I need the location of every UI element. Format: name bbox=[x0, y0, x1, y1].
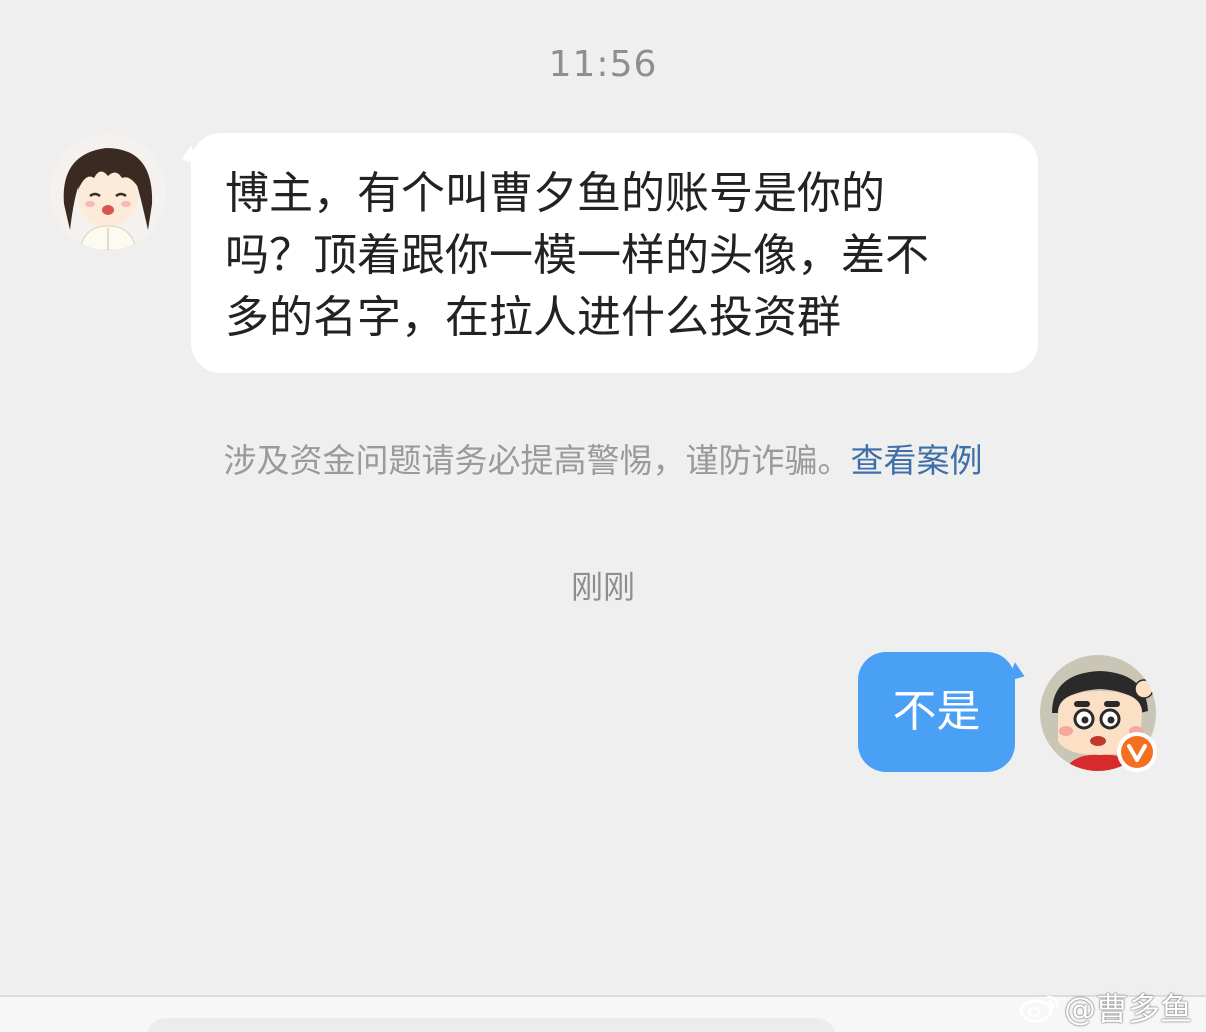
outgoing-message-bubble[interactable]: 不是 bbox=[858, 652, 1015, 772]
watermark: @曹多鱼 bbox=[1018, 984, 1192, 1030]
incoming-message-bubble[interactable]: 博主，有个叫曹夕鱼的账号是你的 吗？顶着跟你一模一样的头像，差不 多的名字，在拉… bbox=[191, 133, 1038, 373]
sender-avatar[interactable] bbox=[50, 134, 166, 250]
fraud-warning-notice: 涉及资金问题请务必提高警惕，谨防诈骗。查看案例 bbox=[0, 434, 1206, 482]
anime-girl-avatar-icon bbox=[50, 134, 166, 250]
chat-screen: 11:56 博主，有个叫曹夕鱼的账号是你的 吗？顶着跟你一模一样的头像，差不 多… bbox=[0, 0, 1206, 1032]
view-cases-link[interactable]: 查看案例 bbox=[851, 441, 983, 480]
verified-badge bbox=[1117, 732, 1157, 772]
message-timestamp-recent: 刚刚 bbox=[570, 568, 635, 606]
verified-v-icon bbox=[1121, 736, 1153, 768]
fraud-warning-text: 涉及资金问题请务必提高警惕，谨防诈骗。 bbox=[223, 441, 851, 480]
message-timestamp: 11:56 bbox=[548, 44, 658, 85]
message-input[interactable] bbox=[146, 1018, 836, 1032]
watermark-text: @曹多鱼 bbox=[1063, 990, 1192, 1028]
incoming-message-text: 博主，有个叫曹夕鱼的账号是你的 吗？顶着跟你一模一样的头像，差不 多的名字，在拉… bbox=[225, 168, 929, 343]
outgoing-message-text: 不是 bbox=[892, 686, 981, 737]
weibo-logo-icon bbox=[1019, 995, 1060, 1023]
